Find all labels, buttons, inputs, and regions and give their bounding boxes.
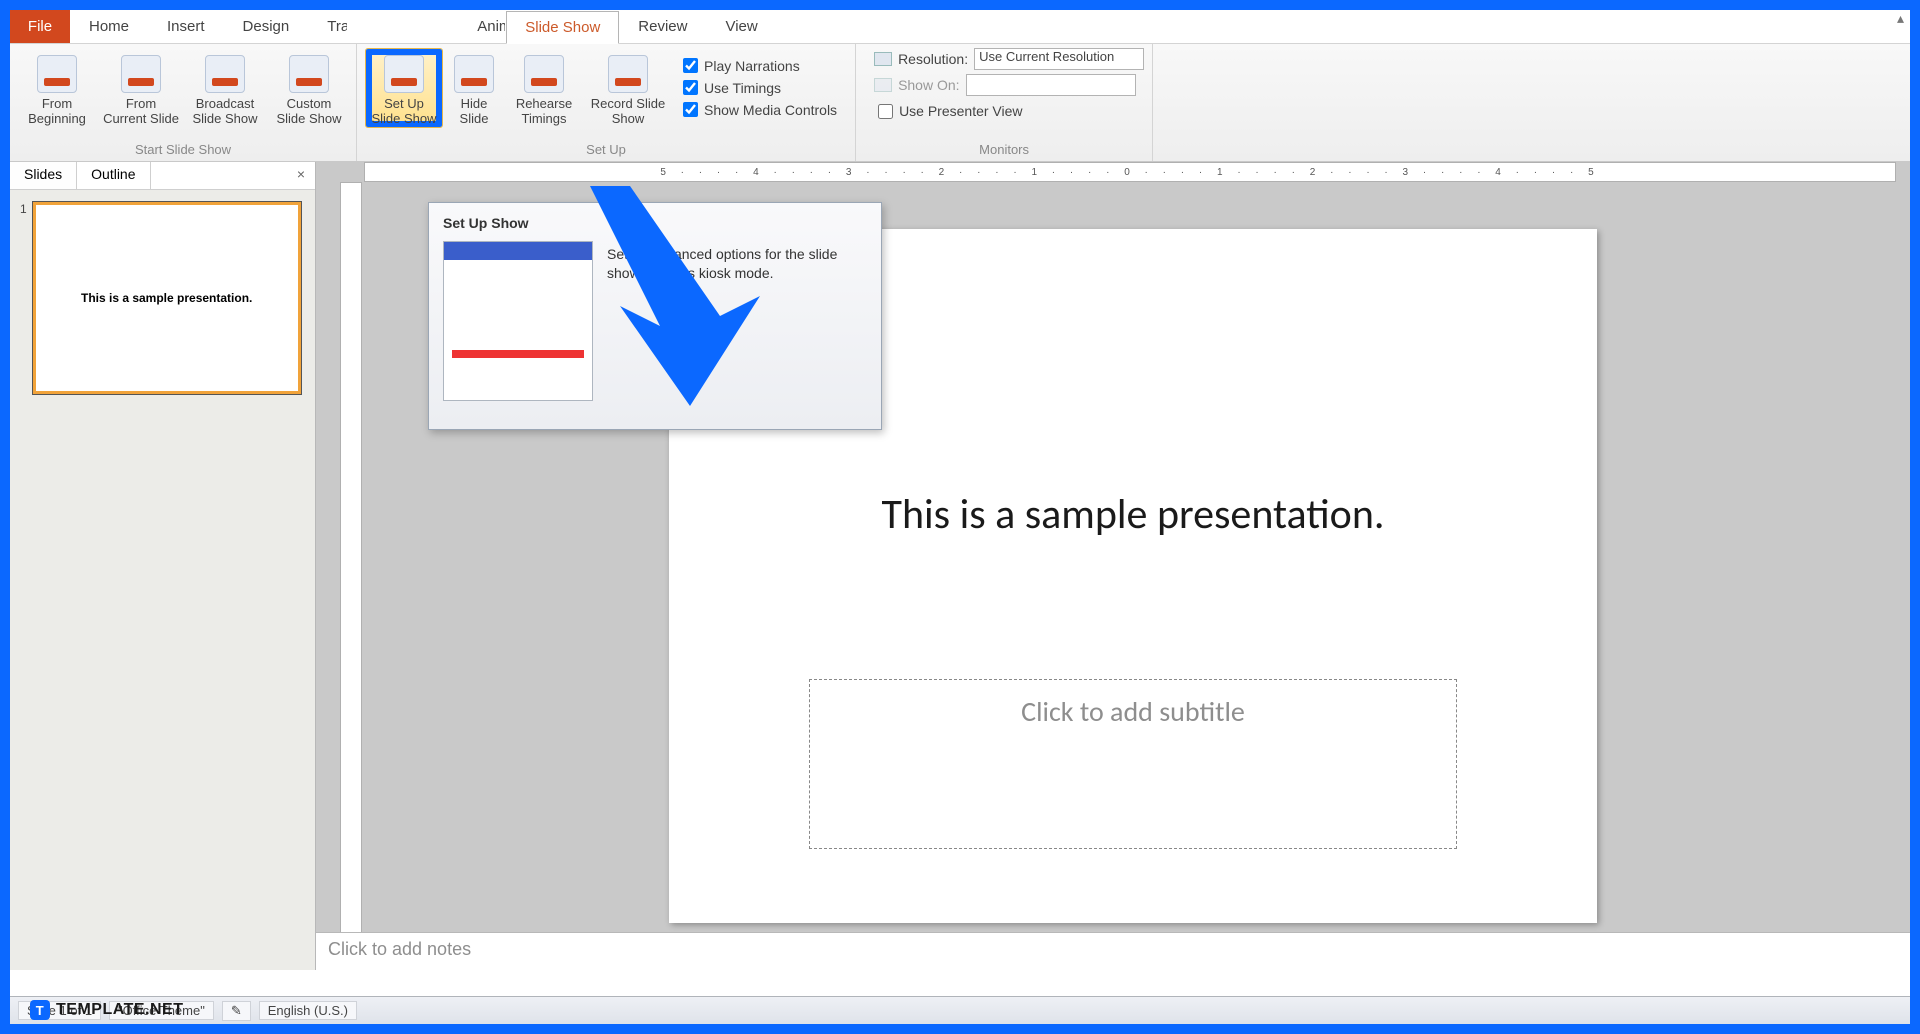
set-up-slide-show-button[interactable]: Set Up Slide Show [365, 48, 443, 128]
play-narrations-checkbox[interactable]: Play Narrations [679, 55, 841, 77]
pane-tab-slides[interactable]: Slides [10, 162, 77, 189]
status-bar: Slide 1 of 1 "Office Theme" ✎ English (U… [10, 996, 1910, 1024]
show-on-select[interactable] [966, 74, 1136, 96]
ribbon-tabs: File Home Insert Design Transitions Anim… [10, 10, 1910, 44]
clock-icon [524, 55, 564, 93]
projector-icon [121, 55, 161, 93]
tooltip-description: Set up advanced options for the slide sh… [607, 241, 867, 401]
tab-review[interactable]: Review [619, 10, 706, 43]
group-label-monitors: Monitors [864, 140, 1144, 161]
group-monitors: Resolution: Use Current Resolution Show … [856, 44, 1153, 161]
rehearse-timings-button[interactable]: Rehearse Timings [505, 48, 583, 128]
tooltip-title: Set Up Show [443, 215, 867, 231]
pane-tab-outline[interactable]: Outline [77, 162, 150, 189]
tab-view[interactable]: View [706, 10, 776, 43]
workspace: Slides Outline × 1 This is a sample pres… [10, 162, 1910, 970]
group-set-up: Set Up Slide Show Hide Slide Rehearse Ti… [357, 44, 856, 161]
status-spellcheck-icon[interactable]: ✎ [222, 1001, 251, 1021]
show-on-row: Show On: [874, 74, 1144, 96]
use-presenter-view-checkbox[interactable]: Use Presenter View [874, 100, 1144, 122]
setup-show-icon [384, 55, 424, 93]
tab-animations[interactable]: Animations [458, 10, 506, 43]
broadcast-slide-show-button[interactable]: Broadcast Slide Show [186, 48, 264, 128]
vertical-ruler [340, 182, 362, 956]
subtitle-placeholder[interactable]: Click to add subtitle [809, 679, 1457, 849]
ribbon: From Beginning From Current Slide Broadc… [10, 44, 1910, 162]
watermark: T TEMPLATE.NET [30, 1000, 183, 1020]
slide-thumbnail-1[interactable]: 1 This is a sample presentation. [20, 202, 305, 394]
tab-insert[interactable]: Insert [148, 10, 224, 43]
use-timings-checkbox[interactable]: Use Timings [679, 77, 841, 99]
pane-close-button[interactable]: × [287, 162, 315, 189]
resolution-row: Resolution: Use Current Resolution [874, 48, 1144, 70]
tab-design[interactable]: Design [224, 10, 309, 43]
record-icon [608, 55, 648, 93]
thumb-number: 1 [20, 202, 27, 394]
slides-icon [289, 55, 329, 93]
hide-slide-icon [454, 55, 494, 93]
projector-icon [37, 55, 77, 93]
status-language[interactable]: English (U.S.) [259, 1001, 357, 1020]
group-label-setup: Set Up [365, 140, 847, 161]
show-media-controls-checkbox[interactable]: Show Media Controls [679, 99, 841, 121]
title-placeholder[interactable]: This is a sample presentation. [739, 489, 1527, 540]
monitor-icon [874, 52, 892, 66]
horizontal-ruler: 5 · · · · 4 · · · · 3 · · · · 2 · · · · … [364, 162, 1896, 182]
broadcast-icon [205, 55, 245, 93]
tab-slide-show[interactable]: Slide Show [506, 11, 619, 44]
group-start-slide-show: From Beginning From Current Slide Broadc… [10, 44, 357, 161]
tab-file[interactable]: File [10, 10, 70, 43]
thumb-title-text: This is a sample presentation. [81, 291, 252, 305]
hide-slide-button[interactable]: Hide Slide [449, 48, 499, 128]
resolution-select[interactable]: Use Current Resolution [974, 48, 1144, 70]
tab-home[interactable]: Home [70, 10, 148, 43]
from-current-slide-button[interactable]: From Current Slide [102, 48, 180, 128]
from-beginning-button[interactable]: From Beginning [18, 48, 96, 128]
custom-slide-show-button[interactable]: Custom Slide Show [270, 48, 348, 128]
tooltip-preview-image [443, 241, 593, 401]
notes-pane[interactable]: Click to add notes [316, 932, 1910, 970]
window-controls[interactable]: ▴ [1897, 10, 1904, 27]
record-slide-show-button[interactable]: Record Slide Show [589, 48, 667, 128]
slides-pane: Slides Outline × 1 This is a sample pres… [10, 162, 316, 970]
group-label-start: Start Slide Show [18, 140, 348, 161]
watermark-logo-icon: T [30, 1000, 50, 1020]
tab-transitions[interactable]: Transitions [308, 10, 348, 43]
monitor-icon [874, 78, 892, 92]
tooltip-set-up-show: Set Up Show Set up advanced options for … [428, 202, 882, 430]
